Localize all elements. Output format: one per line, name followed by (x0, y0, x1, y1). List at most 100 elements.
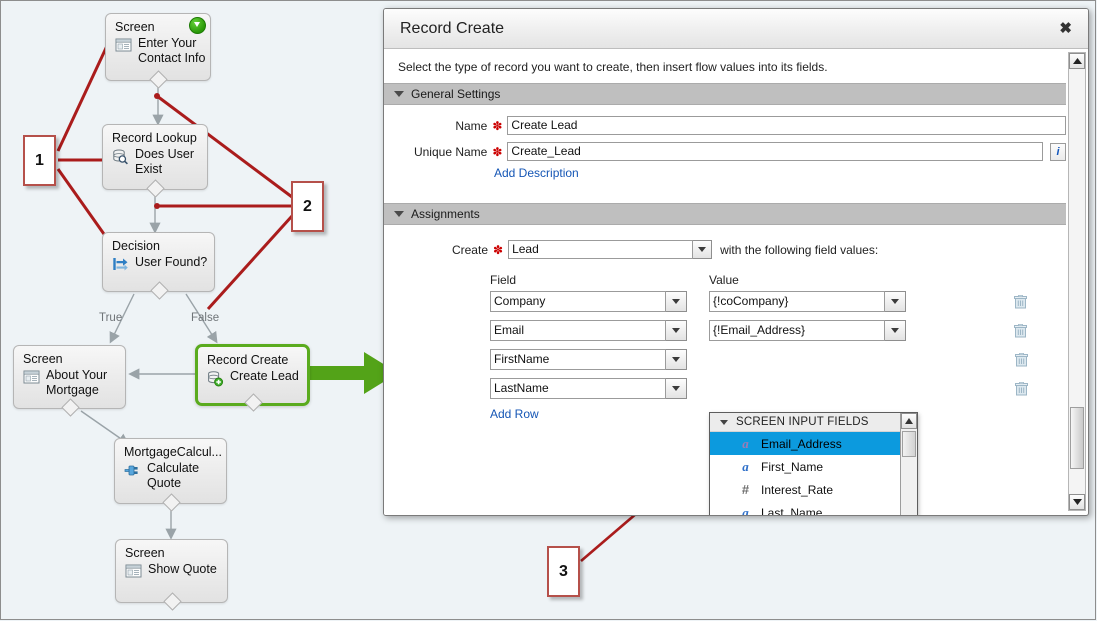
section-title: General Settings (411, 87, 501, 101)
dropdown-group-header[interactable]: SCREEN INPUT FIELDS (710, 413, 917, 432)
unique-name-input[interactable] (507, 142, 1044, 161)
dropdown-item-email-address[interactable]: a Email_Address (710, 432, 917, 455)
flow-node-label: Create Lead (230, 369, 299, 383)
callout-number: 2 (303, 197, 312, 215)
field-combobox[interactable] (490, 378, 687, 399)
record-lookup-icon (112, 148, 129, 165)
unique-name-field-row: Unique Name ✽ i (384, 142, 1066, 161)
dropdown-item-label: First_Name (761, 459, 824, 474)
scroll-up-icon[interactable] (1069, 53, 1085, 69)
value-combobox[interactable] (709, 291, 906, 312)
add-description-link[interactable]: Add Description (494, 166, 579, 180)
flow-node-record-create[interactable]: Record Create Create Lead (195, 344, 310, 412)
flow-node-screen-about-mortgage[interactable]: Screen About Your Mortgage (13, 345, 126, 417)
chevron-down-icon[interactable] (666, 320, 687, 341)
with-field-values-text: with the following field values: (720, 242, 879, 257)
info-icon[interactable]: i (1050, 142, 1066, 161)
field-input[interactable] (490, 378, 666, 399)
flow-node-label: Show Quote (148, 562, 217, 576)
callout-marker-1: 1 (23, 135, 56, 186)
dialog-instructions: Select the type of record you want to cr… (384, 50, 1066, 83)
create-label: Create (451, 242, 488, 257)
flow-node-record-lookup[interactable]: Record Lookup Does User Exist (102, 124, 208, 198)
connector-handle[interactable] (146, 179, 165, 198)
dropdown-item-first-name[interactable]: a First_Name (710, 455, 917, 478)
delete-row-icon[interactable] (1015, 381, 1028, 396)
flow-node-label: User Found? (135, 255, 208, 269)
screen-icon (125, 563, 142, 580)
flow-node-type: Screen (125, 546, 165, 560)
flow-node-mortgage-calculator[interactable]: MortgageCalcul... Calculate Quote (114, 438, 227, 512)
chevron-down-icon[interactable] (666, 291, 687, 312)
section-header-assignments[interactable]: Assignments (384, 203, 1066, 225)
scroll-up-icon[interactable] (901, 413, 917, 429)
dropdown-item-last-name[interactable]: a Last_Name (710, 501, 917, 516)
flow-node-screen-contact-info[interactable]: Screen Enter Your Contact Info (105, 13, 211, 89)
column-header-field: Field (490, 273, 517, 287)
flow-node-label: About Your Mortgage (46, 368, 108, 397)
value-input[interactable] (709, 291, 885, 312)
flow-node-type: Record Create (207, 353, 289, 367)
callout-marker-3: 3 (547, 546, 580, 597)
connector-handle[interactable] (149, 281, 169, 300)
dialog-scrollbar[interactable] (1068, 52, 1086, 511)
flow-node-type: Decision (112, 239, 160, 253)
field-input[interactable] (490, 291, 666, 312)
flow-node-decision[interactable]: Decision User Found? (102, 232, 215, 300)
section-header-general-settings[interactable]: General Settings (384, 83, 1066, 105)
required-marker: ✽ (492, 144, 503, 159)
start-element-badge-icon (189, 17, 206, 34)
connector-handle[interactable] (60, 398, 80, 417)
chevron-down-icon[interactable] (885, 291, 906, 312)
delete-row-icon[interactable] (1014, 294, 1027, 309)
chevron-down-icon[interactable] (885, 320, 906, 341)
dropdown-scrollbar[interactable] (900, 413, 917, 515)
delete-row-icon[interactable] (1014, 323, 1027, 338)
value-combobox[interactable] (709, 320, 906, 341)
field-combobox[interactable] (490, 349, 687, 370)
scroll-down-icon[interactable] (1069, 494, 1085, 510)
field-input[interactable] (490, 349, 666, 370)
assignment-row (490, 291, 1066, 312)
field-input[interactable] (490, 320, 666, 341)
chevron-down-icon[interactable] (666, 378, 687, 399)
flow-node-label: Does User Exist (135, 147, 195, 176)
section-title: Assignments (411, 207, 480, 221)
callout-number: 3 (559, 562, 568, 580)
unique-name-label: Unique Name (413, 144, 488, 159)
flow-node-label: Calculate Quote (147, 461, 200, 490)
connector-handle[interactable] (149, 70, 168, 89)
chevron-down-icon[interactable] (693, 240, 713, 259)
create-object-row: Create ✽ with the following field values… (384, 240, 1066, 259)
field-combobox[interactable] (490, 291, 687, 312)
value-dropdown-list[interactable]: SCREEN INPUT FIELDS a Email_Address a Fi… (709, 412, 918, 515)
dropdown-scroll-thumb[interactable] (902, 431, 916, 457)
dialog-scroll-thumb[interactable] (1070, 407, 1084, 469)
close-icon[interactable]: ✖ (1055, 21, 1076, 36)
flow-node-label: Enter Your Contact Info (138, 36, 206, 65)
dialog-title: Record Create (400, 19, 505, 37)
dropdown-item-interest-rate[interactable]: # Interest_Rate (710, 478, 917, 501)
connector-handle[interactable] (161, 493, 181, 512)
record-create-icon (207, 370, 224, 387)
required-marker: ✽ (493, 242, 504, 257)
chevron-down-icon[interactable] (666, 349, 687, 370)
delete-row-icon[interactable] (1015, 352, 1028, 367)
dropdown-item-label: Interest_Rate (761, 482, 834, 497)
decision-icon (112, 256, 129, 273)
flow-node-type: Screen (23, 352, 63, 366)
callout-marker-2: 2 (291, 181, 324, 232)
dropdown-item-label: Last_Name (761, 505, 823, 516)
branch-label-false: False (191, 312, 220, 324)
value-input[interactable] (709, 320, 885, 341)
connector-handle[interactable] (162, 592, 182, 611)
create-object-input[interactable] (508, 240, 694, 259)
name-input[interactable] (507, 116, 1066, 135)
connector-handle[interactable] (243, 393, 263, 412)
add-row-link[interactable]: Add Row (490, 407, 539, 421)
flow-node-screen-show-quote[interactable]: Screen Show Quote (115, 539, 228, 611)
field-combobox[interactable] (490, 320, 687, 341)
dialog-title-bar: Record Create ✖ (384, 9, 1088, 49)
name-label: Name (455, 118, 488, 133)
create-object-combobox[interactable] (508, 240, 713, 259)
